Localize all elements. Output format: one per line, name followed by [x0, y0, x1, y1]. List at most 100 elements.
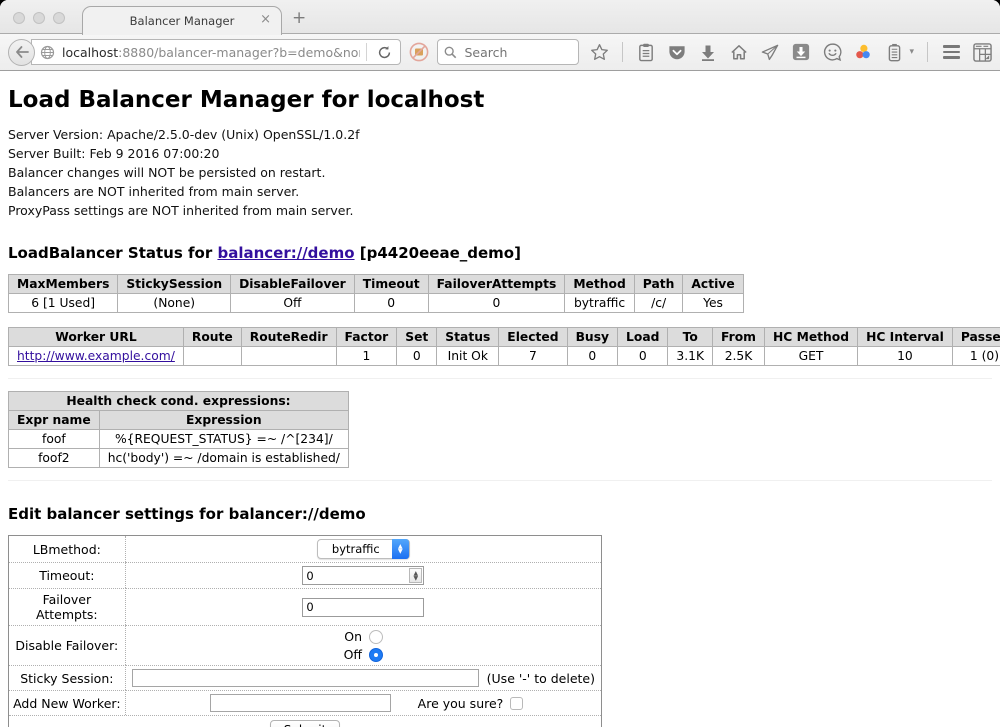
reload-icon[interactable] [377, 45, 392, 60]
send-tab-button[interactable] [760, 41, 780, 63]
search-icon [444, 46, 457, 59]
add-worker-input[interactable] [210, 694, 391, 712]
url-text[interactable]: localhost:8880/balancer-manager?b=demo&n… [62, 45, 360, 60]
extension-download-button[interactable] [791, 41, 811, 63]
edit-balancer-heading: Edit balancer settings for balancer://de… [8, 505, 992, 523]
url-path: :8880/balancer-manager?b=demo&nonce=decc… [118, 45, 360, 60]
add-worker-label: Add New Worker: [9, 690, 126, 715]
navigation-toolbar: localhost:8880/balancer-manager?b=demo&n… [0, 34, 1000, 71]
sticky-session-hint: (Use '-' to delete) [487, 671, 595, 686]
new-tab-button[interactable]: + [292, 8, 306, 28]
clipboard-icon [638, 43, 654, 62]
failover-attempts-label: Failover Attempts: [9, 588, 126, 625]
lbmethod-select[interactable]: bytraffic ▲▼ [317, 539, 410, 559]
reading-list-button[interactable] [636, 41, 656, 63]
disable-failover-off-radio[interactable] [369, 648, 383, 662]
timeout-row: Timeout: 0 ▲▼ [9, 562, 601, 588]
back-button[interactable] [8, 39, 35, 66]
confirm-checkbox[interactable] [510, 697, 523, 710]
health-check-table: Health check cond. expressions: Expr nam… [8, 391, 349, 468]
url-bar[interactable]: localhost:8880/balancer-manager?b=demo&n… [31, 39, 401, 65]
table-header-row: Expr name Expression [9, 411, 349, 430]
sticky-session-input[interactable] [132, 669, 479, 687]
table-header-row: MaxMembers StickySession DisableFailover… [9, 275, 744, 294]
toolbar-divider [622, 42, 623, 62]
worker-table: Worker URL Route RouteRedir Factor Set S… [8, 327, 1000, 366]
tab-bar: Balancer Manager × + [0, 0, 1000, 34]
failover-attempts-input[interactable]: 0 [302, 598, 424, 617]
tab-close-icon[interactable]: × [260, 13, 271, 26]
confirm-label: Are you sure? [418, 696, 504, 711]
download-box-icon [792, 43, 810, 61]
smiley-bubble-icon [823, 43, 842, 61]
balancer-demo-link[interactable]: balancer://demo [217, 244, 354, 262]
divider [8, 480, 992, 481]
home-icon [730, 44, 748, 61]
inherit-notice-line: Balancers are NOT inherited from main se… [8, 182, 992, 201]
extension-battery-button[interactable] [884, 41, 904, 63]
table-row: foof2 hc('body') =~ /domain is establish… [9, 449, 349, 468]
number-stepper-icon[interactable]: ▲▼ [409, 568, 422, 583]
server-built-line: Server Built: Feb 9 2016 07:00:20 [8, 144, 992, 163]
home-button[interactable] [729, 41, 749, 63]
persist-notice-line: Balancer changes will NOT be persisted o… [8, 163, 992, 182]
urlbar-divider [366, 43, 367, 61]
back-arrow-icon [15, 46, 29, 58]
add-worker-row: Add New Worker: Are you sure? [9, 690, 601, 715]
bookmark-star-button[interactable] [589, 41, 609, 63]
balancer-status-table: MaxMembers StickySession DisableFailover… [8, 274, 744, 313]
table-header-row: Worker URL Route RouteRedir Factor Set S… [9, 328, 1000, 347]
worker-row: http://www.example.com/ 1 0 Init Ok 7 0 … [9, 347, 1000, 366]
sticky-session-row: Sticky Session: (Use '-' to delete) [9, 665, 601, 690]
battery-icon [888, 43, 901, 62]
chevron-down-icon[interactable]: ▾ [909, 47, 914, 57]
paper-plane-icon [761, 44, 779, 61]
minimize-window-button[interactable] [33, 12, 45, 24]
menu-button[interactable] [941, 41, 961, 63]
disable-failover-label: Disable Failover: [9, 625, 126, 665]
zoom-window-button[interactable] [53, 12, 65, 24]
search-input[interactable] [462, 44, 562, 61]
proxypass-notice-line: ProxyPass settings are NOT inherited fro… [8, 201, 992, 220]
timeout-input[interactable]: 0 ▲▼ [302, 566, 424, 585]
tab-balancer-manager[interactable]: Balancer Manager × [82, 6, 282, 35]
pocket-icon [668, 44, 686, 61]
radio-on-label: On [344, 629, 362, 644]
close-window-button[interactable] [13, 12, 25, 24]
globe-icon [40, 45, 55, 60]
feedback-button[interactable] [822, 41, 842, 63]
toolbar-divider [927, 42, 928, 62]
timeout-label: Timeout: [9, 562, 126, 588]
color-dots-icon [854, 43, 872, 61]
toolbar-icons: ▾ [589, 41, 992, 63]
edit-balancer-form: LBmethod: bytraffic ▲▼ Timeout: 0 ▲▼ [8, 535, 602, 727]
disable-failover-row: Disable Failover: On Off [9, 625, 601, 665]
extension-colors-button[interactable] [853, 41, 873, 63]
lbmethod-row: LBmethod: bytraffic ▲▼ [9, 536, 601, 562]
content-blocked-icon[interactable] [409, 42, 429, 62]
url-host: localhost [62, 45, 118, 60]
sticky-session-label: Sticky Session: [9, 665, 126, 690]
loadbalancer-status-heading: LoadBalancer Status for balancer://demo … [8, 244, 992, 262]
window-controls[interactable] [13, 12, 65, 24]
sidebar-grid-button[interactable] [972, 41, 992, 63]
grid-icon [973, 43, 992, 62]
failover-attempts-row: Failover Attempts: 0 [9, 588, 601, 625]
disable-failover-on-radio[interactable] [369, 630, 383, 644]
star-icon [590, 43, 609, 62]
pocket-button[interactable] [667, 41, 687, 63]
menu-icon [943, 45, 960, 48]
search-bar[interactable] [437, 39, 579, 65]
table-title-row: Health check cond. expressions: [9, 392, 349, 411]
lbmethod-label: LBmethod: [9, 536, 126, 562]
tab-title: Balancer Manager [130, 14, 235, 28]
browser-window: Balancer Manager × + localhost:8880/bala… [0, 0, 1000, 728]
download-arrow-icon [700, 44, 716, 61]
worker-url-link[interactable]: http://www.example.com/ [17, 349, 175, 363]
submit-button[interactable]: Submit [270, 720, 341, 727]
divider [8, 378, 992, 379]
downloads-button[interactable] [698, 41, 718, 63]
select-stepper-icon: ▲▼ [392, 539, 409, 559]
server-version-line: Server Version: Apache/2.5.0-dev (Unix) … [8, 125, 992, 144]
lbmethod-selected-value: bytraffic [330, 542, 382, 556]
